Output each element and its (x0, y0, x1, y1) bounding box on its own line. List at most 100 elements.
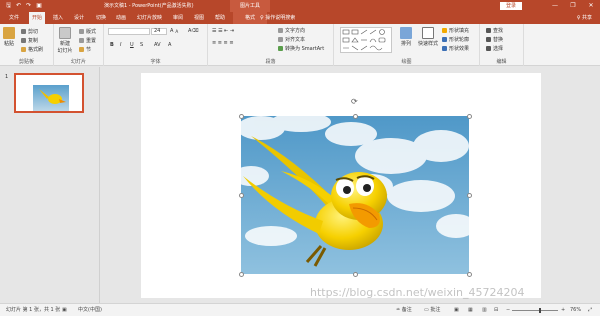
zoom-slider[interactable] (512, 308, 558, 313)
format-painter-label: 格式刷 (28, 47, 44, 53)
resize-handle-e[interactable] (467, 193, 472, 198)
shapes-gallery[interactable] (340, 27, 392, 53)
slides-group: 新建 幻灯片 版式 重置 节 幻灯片 (54, 24, 104, 66)
tab-home[interactable]: 开始 (29, 12, 46, 24)
cut-button[interactable]: 剪切 (21, 28, 38, 35)
quick-access-toolbar: 🖫 ↶ ↷ ▣ (0, 0, 90, 12)
arrange-button[interactable]: 排列 (400, 27, 412, 47)
paste-button[interactable]: 粘贴 (3, 27, 15, 47)
underline-button[interactable]: U (130, 42, 134, 48)
slideshow-view-icon[interactable]: ⊟ (494, 304, 498, 316)
comments-label: 批注 (430, 307, 441, 313)
font-group: 24 AA A⌫ B I U S AV A 字体 (104, 24, 208, 66)
language-status[interactable]: 中文(中国) (78, 304, 102, 316)
resize-handle-w[interactable] (239, 193, 244, 198)
spellcheck-icon[interactable]: ▣ (62, 304, 67, 316)
font-color-icon[interactable]: A (168, 42, 171, 48)
align-icons[interactable]: ≡ ≡ ≡ ≡ (212, 40, 234, 46)
tab-help[interactable]: 帮助 (212, 12, 228, 24)
close-button[interactable]: ✕ (582, 0, 600, 12)
share-button[interactable]: ♀ 共享 (577, 12, 592, 24)
paragraph-group: ☰ ☰ ⇤ ⇥ ≡ ≡ ≡ ≡ 文字方向 对齐文本 转换为 SmartArt 段… (208, 24, 334, 66)
tell-me-search[interactable]: ♀ 操作说明搜索 (260, 12, 295, 24)
resize-handle-nw[interactable] (239, 114, 244, 119)
select-button[interactable]: 选择 (486, 45, 503, 52)
bird-image (241, 116, 469, 274)
resize-handle-se[interactable] (467, 272, 472, 277)
grow-font-icon[interactable]: AA (170, 28, 178, 34)
shape-fill-button[interactable]: 形状填充 (442, 27, 469, 34)
bird-picture[interactable] (241, 116, 469, 274)
shape-outline-button[interactable]: 形状轮廓 (442, 36, 469, 43)
tab-view[interactable]: 视图 (191, 12, 207, 24)
zoom-out-button[interactable]: − (506, 304, 510, 316)
fit-to-window-icon[interactable]: ⤢ (588, 304, 592, 316)
clear-format-icon[interactable]: A⌫ (188, 28, 199, 34)
smartart-button[interactable]: 转换为 SmartArt (278, 45, 324, 52)
slides-group-label: 幻灯片 (70, 59, 86, 65)
notes-button[interactable]: ≐ 备注 (396, 304, 412, 316)
quick-styles-button[interactable]: 快速样式 (418, 27, 438, 47)
resize-handle-ne[interactable] (467, 114, 472, 119)
bullets-icon[interactable]: ☰ ☰ ⇤ ⇥ (212, 28, 234, 34)
tab-file[interactable]: 文件 (6, 12, 22, 24)
paint-bucket-icon (442, 28, 447, 33)
slide-sorter-icon[interactable]: ▦ (468, 304, 473, 316)
tab-review[interactable]: 审阅 (170, 12, 186, 24)
format-painter-button[interactable]: 格式刷 (21, 46, 43, 53)
copy-button[interactable]: 复制 (21, 37, 38, 44)
slideshow-icon[interactable]: ▣ (36, 0, 42, 12)
smartart-label: 转换为 SmartArt (285, 46, 325, 52)
zoom-level[interactable]: 76% (570, 304, 581, 316)
italic-button[interactable]: I (120, 42, 121, 48)
clipboard-icon (3, 27, 15, 39)
tab-animations[interactable]: 动画 (113, 12, 129, 24)
reading-view-icon[interactable]: ▥ (482, 304, 487, 316)
paragraph-group-label: 段落 (265, 59, 276, 65)
normal-view-icon[interactable]: ▣ (454, 304, 459, 316)
shape-fill-label: 形状填充 (449, 28, 470, 34)
reset-button[interactable]: 重置 (79, 37, 96, 44)
comments-button[interactable]: ▭ 批注 (424, 304, 440, 316)
effects-icon (442, 46, 447, 51)
login-button[interactable]: 登录 (500, 2, 522, 10)
undo-icon[interactable]: ↶ (16, 0, 21, 12)
drawing-group-label: 绘图 (401, 59, 412, 65)
tab-insert[interactable]: 插入 (50, 12, 66, 24)
reset-icon (79, 38, 84, 43)
strike-button[interactable]: S (140, 42, 143, 48)
zoom-slider-thumb[interactable] (539, 308, 542, 313)
resize-handle-sw[interactable] (239, 272, 244, 277)
bold-button[interactable]: B (110, 42, 114, 48)
reset-label: 重置 (86, 38, 97, 44)
align-text-button[interactable]: 对齐文本 (278, 36, 305, 43)
redo-icon[interactable]: ↷ (26, 0, 31, 12)
font-name-box[interactable] (108, 28, 150, 35)
minimize-button[interactable]: — (546, 0, 564, 12)
thumbnail-picture (33, 85, 69, 111)
title-bar: 🖫 ↶ ↷ ▣ 演示文稿1 - PowerPoint(产品激活失败) 图片工具 … (0, 0, 600, 12)
text-direction-button[interactable]: 文字方向 (278, 27, 305, 34)
layout-button[interactable]: 版式 (79, 28, 96, 35)
zoom-in-button[interactable]: + (561, 304, 565, 316)
shape-effects-button[interactable]: 形状效果 (442, 45, 469, 52)
tab-design[interactable]: 设计 (71, 12, 87, 24)
arrange-label: 排列 (400, 41, 411, 47)
char-spacing-icon[interactable]: AV (154, 42, 161, 48)
ribbon: 粘贴 剪切 复制 格式刷 剪贴板 新建 幻灯片 版式 重置 节 幻灯片 24 A… (0, 24, 600, 66)
restore-button[interactable]: ❐ (564, 0, 582, 12)
resize-handle-s[interactable] (353, 272, 358, 277)
font-size-box[interactable]: 24 (151, 28, 167, 35)
rotate-handle-icon[interactable]: ⟳ (351, 97, 358, 106)
replace-button[interactable]: 替换 (486, 36, 503, 43)
save-icon[interactable]: 🖫 (6, 0, 11, 12)
tab-slideshow[interactable]: 幻灯片放映 (134, 12, 165, 24)
slide-thumbnail[interactable] (14, 73, 84, 113)
find-button[interactable]: 查找 (486, 27, 503, 34)
section-button[interactable]: 节 (79, 46, 91, 53)
new-slide-label: 新建 幻灯片 (57, 41, 73, 54)
tab-transitions[interactable]: 切换 (93, 12, 109, 24)
new-slide-button[interactable]: 新建 幻灯片 (57, 27, 73, 54)
copy-label: 复制 (28, 38, 39, 44)
resize-handle-n[interactable] (353, 114, 358, 119)
